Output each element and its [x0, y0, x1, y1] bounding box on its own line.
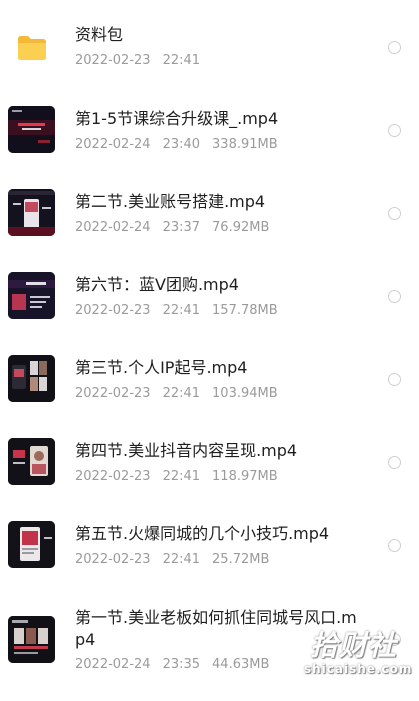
file-meta: 2022-02-23 22:41 25.72MB	[75, 551, 269, 569]
video-thumbnail	[8, 189, 55, 236]
file-size: 338.91MB	[212, 137, 278, 152]
file-size: 25.72MB	[212, 552, 270, 567]
file-time: 22:41	[162, 386, 201, 401]
list-item[interactable]: 第二节.美业账号搭建.mp4 2022-02-24 23:37 76.92MB	[0, 176, 419, 256]
file-date: 2022-02-24	[75, 137, 151, 152]
file-name: 第五节.火爆同城的几个小技巧.mp4	[75, 524, 330, 543]
list-item[interactable]: 资料包 2022-02-23 22:41	[0, 8, 419, 88]
file-meta: 2022-02-24 23:35 44.63MB	[75, 656, 269, 674]
file-time: 22:41	[162, 303, 201, 318]
file-name: 第1-5节课综合升级课_.mp4	[75, 109, 279, 128]
file-size: 76.92MB	[212, 220, 270, 235]
file-meta: 2022-02-23 22:41 103.94MB	[75, 385, 278, 403]
file-size: 157.78MB	[212, 303, 278, 318]
video-thumbnail	[8, 616, 55, 663]
file-date: 2022-02-23	[75, 53, 151, 68]
file-name: 第三节.个人IP起号.mp4	[75, 358, 248, 377]
video-thumbnail	[8, 355, 55, 402]
select-radio[interactable]	[388, 124, 401, 137]
select-radio[interactable]	[388, 539, 401, 552]
file-meta: 2022-02-24 23:37 76.92MB	[75, 219, 269, 237]
file-name: 第六节：蓝V团购.mp4	[75, 275, 239, 294]
list-item[interactable]: 第四节.美业抖音内容呈现.mp4 2022-02-23 22:41 118.97MB	[0, 425, 419, 505]
file-size: 44.63MB	[212, 657, 270, 672]
file-date: 2022-02-24	[75, 657, 151, 672]
file-meta: 2022-02-23 22:41 157.78MB	[75, 302, 278, 320]
video-thumbnail	[8, 438, 55, 485]
file-meta: 2022-02-23 22:41 118.97MB	[75, 468, 278, 486]
file-name: 第四节.美业抖音内容呈现.mp4	[75, 441, 298, 460]
folder-icon	[18, 36, 46, 60]
list-item[interactable]: 第三节.个人IP起号.mp4 2022-02-23 22:41 103.94MB	[0, 342, 419, 422]
file-time: 23:40	[162, 137, 201, 152]
video-thumbnail	[8, 272, 55, 319]
watermark-text: 拾财社	[310, 629, 398, 662]
file-meta: 2022-02-24 23:40 338.91MB	[75, 136, 278, 154]
watermark-url: shicaishe.com	[304, 662, 413, 676]
video-thumbnail	[8, 521, 55, 568]
select-radio[interactable]	[388, 207, 401, 220]
watermark-logo: 拾财社 shicaishe.com	[296, 624, 411, 684]
file-time: 22:41	[162, 53, 201, 68]
list-item[interactable]: 第五节.火爆同城的几个小技巧.mp4 2022-02-23 22:41 25.72M…	[0, 508, 419, 588]
select-radio[interactable]	[388, 456, 401, 469]
file-size: 103.94MB	[212, 386, 278, 401]
file-date: 2022-02-23	[75, 303, 151, 318]
list-item[interactable]: 第六节：蓝V团购.mp4 2022-02-23 22:41 157.78MB	[0, 259, 419, 339]
file-time: 22:41	[162, 552, 201, 567]
file-meta: 2022-02-23 22:41	[75, 52, 212, 70]
file-list: 资料包 2022-02-23 22:41 第1-5节课综合升级课_.mp4 202…	[0, 0, 419, 701]
select-radio[interactable]	[388, 373, 401, 386]
file-date: 2022-02-23	[75, 552, 151, 567]
file-name: 第二节.美业账号搭建.mp4	[75, 192, 266, 211]
file-time: 23:37	[162, 220, 201, 235]
select-radio[interactable]	[388, 41, 401, 54]
file-name: 资料包	[75, 25, 124, 44]
file-date: 2022-02-24	[75, 220, 151, 235]
video-thumbnail	[8, 106, 55, 153]
select-radio[interactable]	[388, 290, 401, 303]
file-time: 22:41	[162, 469, 201, 484]
file-date: 2022-02-23	[75, 469, 151, 484]
list-item[interactable]: 第1-5节课综合升级课_.mp4 2022-02-24 23:40 338.91MB	[0, 93, 419, 173]
file-size: 118.97MB	[212, 469, 278, 484]
file-time: 23:35	[162, 657, 201, 672]
file-date: 2022-02-23	[75, 386, 151, 401]
